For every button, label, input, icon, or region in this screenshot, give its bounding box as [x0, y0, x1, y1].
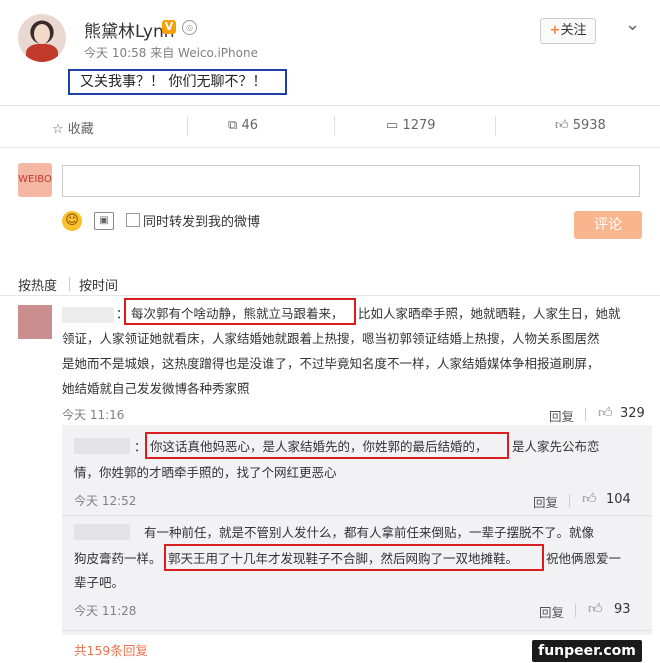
repost-button[interactable]: ⧉ 46 [228, 118, 258, 133]
tab-hot[interactable]: 按热度 [18, 275, 57, 294]
comment-highlight: 郭天王用了十几年才发现鞋子不合脚，然后网购了一双地摊鞋。 [168, 551, 519, 566]
comment-button[interactable]: ▭ 1279 [386, 118, 436, 133]
verified-badge-icon: V [162, 20, 176, 34]
my-avatar: WEIBO [18, 163, 52, 197]
reply-button[interactable]: 回复 [539, 602, 564, 621]
divider [585, 408, 586, 421]
divider [62, 515, 652, 516]
divider [0, 147, 660, 148]
comment-highlight: 你这话真他妈恶心，是人家结婚先的，你姓郭的最后结婚的， [150, 439, 488, 454]
divider [187, 116, 188, 136]
commenter-avatar[interactable] [18, 305, 52, 339]
comment-text-line: 情，你姓郭的才晒牵手照的，找了个网红更恶心 [74, 465, 337, 480]
watermark: funpeer.com [532, 640, 642, 662]
comment-text-line: 有一种前任，就是不管别人发什么，都有人拿前任来倒贴，一辈子摆脱不了。就像 [144, 525, 595, 540]
comment-text-line: 比如人家晒牵手照，她就晒鞋，人家生日，她就 [358, 306, 621, 321]
comment-time: 今天 11:16 [62, 408, 125, 422]
favorite-label: 收藏 [67, 122, 94, 137]
submit-comment-button[interactable]: 评论 [574, 211, 642, 239]
divider [69, 277, 70, 291]
comment-text-line: 是人家先公布恋 [512, 439, 600, 454]
divider [62, 630, 652, 631]
comment-text-line: 她结婚就自己发发微博各种秀家照 [62, 381, 250, 396]
divider [495, 116, 496, 136]
like-button[interactable]: 👍︎ 5938 [555, 118, 606, 133]
plus-icon: + [549, 23, 561, 38]
comment-highlight: 每次郭有个啥动静，熊就立马跟着来， [131, 306, 344, 321]
comment-text-line: 祝他俩恩爱一 [546, 551, 622, 566]
thumbs-up-icon: 👍︎ [555, 118, 569, 133]
comment-text-line: 辈子吧。 [74, 575, 125, 590]
divider [334, 116, 335, 136]
comment-time: 今天 11:28 [74, 604, 137, 618]
member-icon: ◎ [182, 20, 197, 35]
chevron-down-icon[interactable]: ⌄ [625, 14, 640, 35]
comment-icon: ▭ [386, 118, 399, 133]
comment-count: 1279 [402, 118, 436, 133]
follow-button[interactable]: +关注 [540, 18, 596, 44]
user-name[interactable]: 熊黛林Lynn [84, 17, 175, 42]
repost-checkbox[interactable] [126, 213, 140, 227]
repost-checkbox-label: 同时转发到我的微博 [143, 215, 261, 230]
post-meta: 今天 10:58 来自 Weico.iPhone [84, 46, 258, 60]
comment-text-line: 是她而不是城娘，这热度蹭得也是没谁了，不过毕竟知名度不一样，人家结婚媒体争相报道… [62, 356, 600, 371]
thumbs-up-icon[interactable]: 👍︎ [582, 490, 597, 507]
favorite-button[interactable]: ☆ 收藏 [52, 118, 94, 137]
thumbs-up-icon[interactable]: 👍︎ [588, 600, 603, 617]
post-text: 又关我事？！ 你们无聊不？！ [68, 69, 287, 95]
commenter-name-blurred[interactable] [74, 438, 130, 454]
thumbs-up-icon[interactable]: 👍︎ [598, 404, 613, 421]
comment-like-count: 329 [620, 406, 645, 421]
divider [0, 295, 660, 296]
tab-time[interactable]: 按时间 [79, 275, 118, 294]
comment-time: 今天 12:52 [74, 494, 137, 508]
divider [569, 494, 570, 507]
user-avatar[interactable] [18, 14, 66, 62]
divider [575, 604, 576, 617]
comment-text-line: 狗皮膏药一样。 [74, 551, 162, 566]
repost-icon: ⧉ [228, 118, 238, 133]
repost-count: 46 [241, 118, 258, 133]
star-icon: ☆ [52, 122, 64, 137]
divider [0, 105, 660, 106]
like-count: 5938 [572, 118, 606, 133]
comment-like-count: 93 [614, 602, 631, 617]
comment-text-line: 领证，人家领证她就看床，人家结婚她就跟着上热搜，嗯当初郭领证结婚上热搜，人物关系… [62, 331, 600, 346]
reply-button[interactable]: 回复 [533, 492, 558, 511]
commenter-name-blurred[interactable] [74, 524, 130, 540]
comment-input[interactable] [62, 165, 640, 197]
emoji-icon[interactable]: ☺ [62, 211, 82, 231]
reply-button[interactable]: 回复 [549, 406, 574, 425]
comment-like-count: 104 [606, 492, 631, 507]
commenter-name-blurred[interactable] [62, 307, 114, 323]
more-replies-link[interactable]: 共159条回复 [74, 640, 148, 659]
image-icon[interactable]: ▣ [94, 212, 114, 230]
follow-label: 关注 [560, 23, 587, 38]
